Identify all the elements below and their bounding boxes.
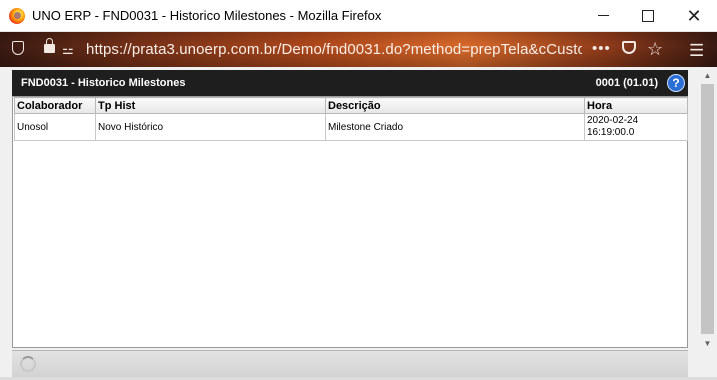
scrollbar-thumb[interactable] [701, 84, 714, 334]
version-label: 0001 (01.01) [595, 77, 658, 89]
scroll-down-icon[interactable]: ▼ [699, 335, 716, 352]
firefox-icon [9, 8, 25, 24]
minimize-icon [597, 15, 609, 16]
column-header-hora[interactable]: Hora [584, 97, 688, 114]
shield-icon[interactable] [12, 41, 24, 55]
history-table: Colaborador Tp Hist Descrição Hora Unoso… [14, 97, 688, 141]
more-icon[interactable]: ••• [592, 40, 611, 57]
history-grid: Colaborador Tp Hist Descrição Hora Unoso… [12, 96, 688, 348]
maximize-icon [642, 9, 654, 22]
url-bar: ⚍ https://prata3.unoerp.com.br/Demo/fnd0… [0, 32, 717, 67]
column-header-colaborador[interactable]: Colaborador [14, 97, 96, 114]
column-header-descricao[interactable]: Descrição [325, 97, 585, 114]
table-header-row: Colaborador Tp Hist Descrição Hora [14, 97, 688, 114]
close-icon: ✕ [686, 5, 702, 26]
window-title-bar: UNO ERP - FND0031 - Historico Milestones… [0, 0, 717, 32]
cell-colaborador: Unosol [14, 113, 96, 141]
page-title: FND0031 - Historico Milestones [21, 77, 186, 89]
cell-tp-hist: Novo Histórico [95, 113, 326, 141]
page-content: FND0031 - Historico Milestones 0001 (01.… [0, 67, 717, 380]
cell-hora-date: 2020-02-24 [587, 115, 639, 126]
loading-spinner-icon [20, 356, 36, 372]
cell-hora: 2020-02-24 16:19:00.0 [584, 113, 688, 141]
cell-hora-time: 16:19:00.0 [587, 127, 635, 138]
cell-descricao: Milestone Criado [325, 113, 585, 141]
minimize-button[interactable] [580, 0, 626, 31]
lock-icon[interactable] [44, 38, 55, 53]
url-field[interactable]: https://prata3.unoerp.com.br/Demo/fnd003… [86, 41, 582, 58]
help-icon[interactable]: ? [667, 74, 685, 92]
permissions-icon[interactable]: ⚍ [62, 42, 74, 58]
close-button[interactable]: ✕ [671, 0, 717, 31]
column-header-tp-hist[interactable]: Tp Hist [95, 97, 326, 114]
scroll-up-icon[interactable]: ▲ [699, 67, 716, 84]
vertical-scrollbar[interactable]: ▲ ▼ [699, 67, 716, 352]
form-footer [12, 350, 688, 379]
table-row[interactable]: Unosol Novo Histórico Milestone Criado 2… [14, 113, 688, 141]
form-header: FND0031 - Historico Milestones 0001 (01.… [12, 70, 688, 96]
star-icon[interactable]: ☆ [647, 39, 663, 60]
window-title: UNO ERP - FND0031 - Historico Milestones… [32, 8, 382, 23]
maximize-button[interactable] [625, 0, 671, 31]
menu-icon[interactable]: ☰ [689, 41, 704, 61]
pocket-icon[interactable] [622, 41, 636, 54]
